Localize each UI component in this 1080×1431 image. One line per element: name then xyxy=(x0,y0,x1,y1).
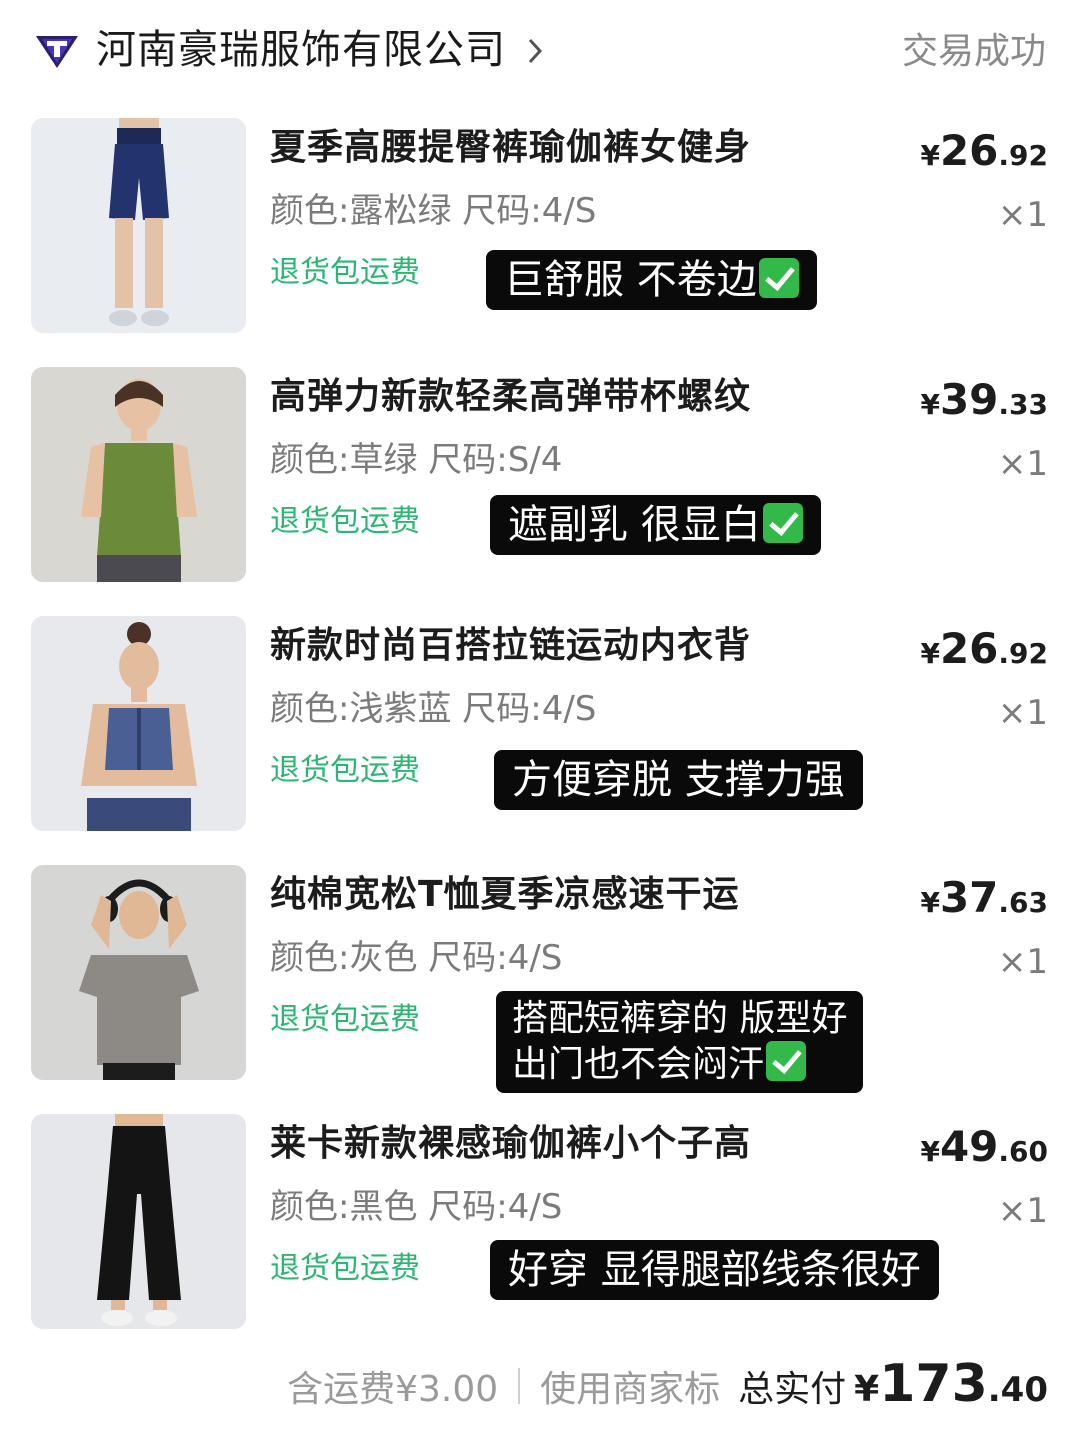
product-title[interactable]: 莱卡新款裸感瑜伽裤小个子高 xyxy=(270,1120,751,1168)
product-spec: 颜色:浅紫蓝 尺码:4/S xyxy=(270,689,597,729)
return-shipping-badge: 退货包运费 xyxy=(270,753,420,788)
product-price: ¥26.92 xyxy=(920,126,1048,175)
product-title[interactable]: 纯棉宽松T恤夏季凉感速干运 xyxy=(270,871,740,919)
order-item[interactable]: 莱卡新款裸感瑜伽裤小个子高 颜色:黑色 尺码:4/S 退货包运费 ¥49.60 … xyxy=(0,1114,1080,1334)
order-status: 交易成功 xyxy=(901,31,1046,72)
review-note: 遮副乳 很显白 xyxy=(490,495,821,555)
product-spec: 颜色:黑色 尺码:4/S xyxy=(270,1187,563,1227)
merchant-discount: 使用商家标 xyxy=(540,1369,721,1410)
total-label: 总实付 xyxy=(738,1369,847,1410)
review-note: 搭配短裤穿的 版型好 出门也不会闷汗 xyxy=(496,991,864,1093)
review-note-text: 出门也不会闷汗 xyxy=(512,1044,765,1085)
shop-logo-icon xyxy=(36,36,78,68)
review-note: 巨舒服 不卷边 xyxy=(486,250,817,310)
product-image[interactable] xyxy=(31,1114,246,1329)
product-price: ¥26.92 xyxy=(920,624,1048,673)
product-spec: 颜色:草绿 尺码:S/4 xyxy=(270,440,563,480)
return-shipping-badge: 退货包运费 xyxy=(270,1251,420,1286)
order-item[interactable]: 纯棉宽松T恤夏季凉感速干运 颜色:灰色 尺码:4/S 退货包运费 ¥37.63 … xyxy=(0,865,1080,1093)
product-quantity: ×1 xyxy=(997,693,1048,733)
product-spec: 颜色:灰色 尺码:4/S xyxy=(270,938,563,978)
review-note: 好穿 显得腿部线条很好 xyxy=(490,1240,939,1300)
product-price: ¥49.60 xyxy=(920,1122,1048,1171)
product-image[interactable] xyxy=(31,367,246,582)
review-note-text: 好穿 显得腿部线条很好 xyxy=(508,1247,921,1293)
return-shipping-badge: 退货包运费 xyxy=(270,255,420,290)
check-mark-icon xyxy=(766,1041,807,1081)
product-quantity: ×1 xyxy=(997,444,1048,484)
review-note-text: 巨舒服 不卷边 xyxy=(504,257,757,303)
shipping-fee: 含运费¥3.00 xyxy=(287,1369,499,1410)
shop-header: 河南豪瑞服饰有限公司 交易成功 xyxy=(0,0,1080,100)
review-note-text: 搭配短裤穿的 版型好 xyxy=(512,998,848,1039)
return-shipping-badge: 退货包运费 xyxy=(270,504,420,539)
shop-name-link[interactable]: 河南豪瑞服饰有限公司 xyxy=(96,24,506,76)
review-note: 方便穿脱 支撑力强 xyxy=(494,750,863,810)
order-item[interactable]: 高弹力新款轻柔高弹带杯螺纹 颜色:草绿 尺码:S/4 退货包运费 ¥39.33 … xyxy=(0,367,1080,587)
order-item[interactable]: 夏季高腰提臀裤瑜伽裤女健身 颜色:露松绿 尺码:4/S 退货包运费 ¥26.92… xyxy=(0,118,1080,338)
product-price: ¥39.33 xyxy=(920,375,1048,424)
product-price: ¥37.63 xyxy=(920,873,1048,922)
check-mark-icon xyxy=(758,258,799,298)
product-title[interactable]: 新款时尚百搭拉链运动内衣背 xyxy=(270,622,751,670)
order-summary: 含运费¥3.00 使用商家标 总实付 ¥173.40 xyxy=(287,1354,1048,1418)
return-shipping-badge: 退货包运费 xyxy=(270,1002,420,1037)
review-note-text: 遮副乳 很显白 xyxy=(508,502,761,548)
order-item[interactable]: 新款时尚百搭拉链运动内衣背 颜色:浅紫蓝 尺码:4/S 退货包运费 ¥26.92… xyxy=(0,616,1080,836)
product-quantity: ×1 xyxy=(997,942,1048,982)
product-image[interactable] xyxy=(31,865,246,1080)
product-spec: 颜色:露松绿 尺码:4/S xyxy=(270,191,597,231)
chevron-right-icon[interactable] xyxy=(524,34,546,68)
check-mark-icon xyxy=(762,503,803,543)
product-image[interactable] xyxy=(31,118,246,333)
product-image[interactable] xyxy=(31,616,246,831)
review-note-text: 方便穿脱 支撑力强 xyxy=(512,757,845,803)
product-quantity: ×1 xyxy=(997,195,1048,235)
product-title[interactable]: 夏季高腰提臀裤瑜伽裤女健身 xyxy=(270,124,751,172)
product-quantity: ×1 xyxy=(997,1191,1048,1231)
summary-divider xyxy=(518,1368,521,1404)
total-amount: ¥173.40 xyxy=(854,1354,1048,1414)
product-title[interactable]: 高弹力新款轻柔高弹带杯螺纹 xyxy=(270,373,751,421)
